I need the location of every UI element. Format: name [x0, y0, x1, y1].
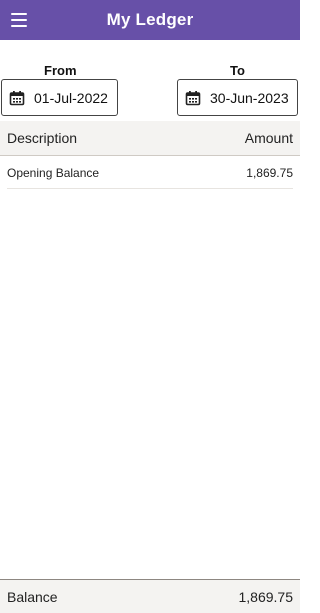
table-header: Description Amount — [0, 121, 300, 156]
to-date-field[interactable]: 30-Jun-2023 — [177, 79, 298, 116]
date-range-filter: From To 01-Jul-2022 30-Jun-2023 — [0, 40, 300, 120]
calendar-icon — [9, 90, 25, 105]
balance-footer: Balance 1,869.75 — [0, 579, 300, 613]
from-date-field[interactable]: 01-Jul-2022 — [1, 79, 118, 116]
row-description: Opening Balance — [7, 165, 100, 180]
hamburger-menu-icon[interactable] — [11, 12, 27, 28]
from-label: From — [44, 63, 77, 78]
calendar-icon — [185, 90, 201, 105]
from-date-value: 01-Jul-2022 — [34, 89, 108, 106]
balance-label: Balance — [7, 588, 58, 605]
row-amount: 1,869.75 — [246, 165, 293, 180]
column-header-amount: Amount — [244, 130, 293, 146]
balance-value: 1,869.75 — [238, 588, 294, 605]
table-row[interactable]: Opening Balance 1,869.75 — [7, 157, 293, 189]
to-date-value: 30-Jun-2023 — [210, 89, 289, 106]
column-header-description: Description — [7, 130, 78, 146]
app-bar: My Ledger — [0, 0, 300, 40]
page-title: My Ledger — [106, 10, 194, 29]
ledger-list: Opening Balance 1,869.75 — [0, 157, 300, 189]
to-label: To — [230, 63, 245, 78]
